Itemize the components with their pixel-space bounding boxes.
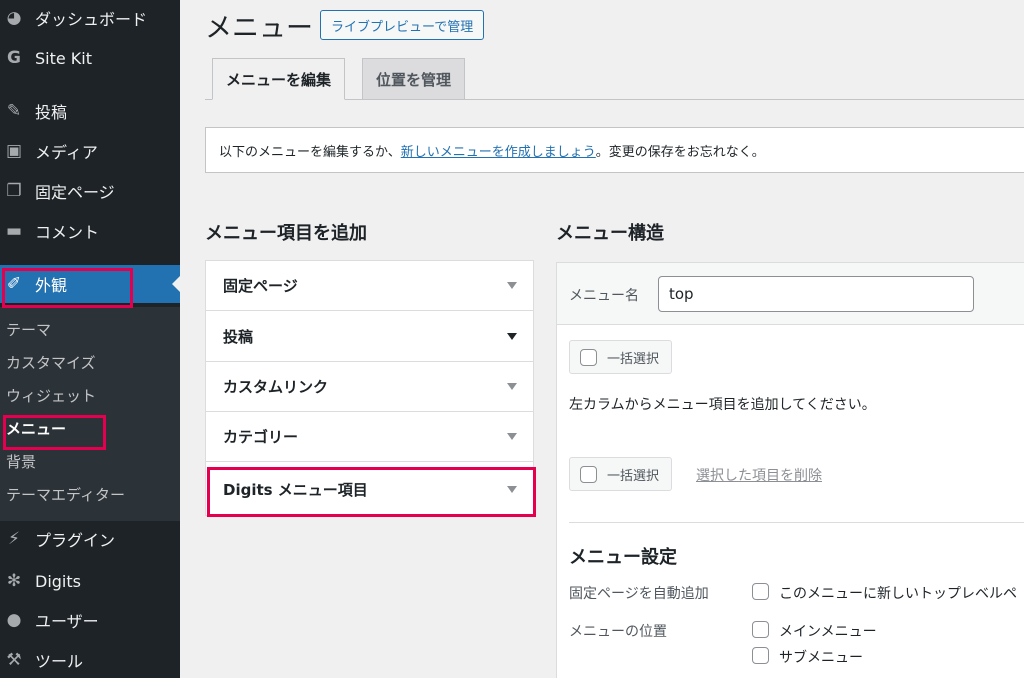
highlight-box-menus bbox=[3, 415, 106, 450]
sidebar-item-plugins[interactable]: ⚡ プラグイン bbox=[0, 521, 180, 557]
sidebar-item-pages[interactable]: ❐ 固定ページ bbox=[0, 173, 180, 209]
bulk-select-checkbox[interactable] bbox=[580, 465, 597, 483]
location-sub-menu-label: サブメニュー bbox=[779, 650, 863, 666]
dashboard-icon: ◕ bbox=[6, 8, 22, 28]
bulk-select-top[interactable]: 一括選択 bbox=[569, 340, 673, 374]
sidebar-item-comments[interactable]: ▬ コメント bbox=[0, 213, 180, 249]
submenu-item-themes[interactable]: テーマ bbox=[6, 319, 51, 340]
auto-add-pages-option: このメニューに新しいトップレベルペ bbox=[779, 586, 1017, 602]
chevron-down-icon bbox=[507, 333, 517, 340]
panel-divider bbox=[569, 522, 1024, 523]
wrench-icon: ⚒ bbox=[6, 650, 22, 670]
bulk-select-label: 一括選択 bbox=[607, 351, 660, 367]
delete-selected-items-link[interactable]: 選択した項目を削除 bbox=[696, 465, 822, 485]
sidebar-item-digits[interactable]: ✻ Digits bbox=[0, 563, 180, 599]
highlight-box-appearance bbox=[2, 268, 133, 308]
menu-structure-heading: メニュー構造 bbox=[556, 223, 664, 244]
google-g-icon: G bbox=[7, 48, 21, 68]
menu-name-label: メニュー名 bbox=[569, 288, 639, 304]
menu-name-header: メニュー名 bbox=[557, 263, 1024, 325]
manage-menus-notice: 以下のメニューを編集するか、 新しいメニューを作成しましょう 。変更の保存をお忘… bbox=[205, 127, 1024, 173]
menu-name-input[interactable] bbox=[658, 276, 974, 312]
empty-menu-hint: 左カラムからメニュー項目を追加してください。 bbox=[569, 397, 876, 413]
plugin-icon: ⚡ bbox=[8, 529, 20, 549]
sidebar-item-users[interactable]: ● ユーザー bbox=[0, 602, 180, 638]
media-icon: ▣ bbox=[5, 141, 23, 161]
menu-location-label: メニューの位置 bbox=[569, 624, 667, 640]
auto-add-pages-label: 固定ページを自動追加 bbox=[569, 586, 709, 602]
location-main-menu-checkbox[interactable] bbox=[752, 621, 769, 638]
sidebar-item-label: 投稿 bbox=[35, 103, 68, 122]
sidebar-item-tools[interactable]: ⚒ ツール bbox=[0, 642, 180, 678]
sidebar-item-site-kit[interactable]: G Site Kit bbox=[0, 40, 180, 76]
live-preview-button[interactable]: ライブプレビューで管理 bbox=[320, 10, 485, 40]
chevron-down-icon bbox=[507, 433, 517, 440]
submenu-item-background[interactable]: 背景 bbox=[6, 451, 36, 472]
sidebar-item-label: ユーザー bbox=[35, 612, 99, 631]
accordion-section-label: カスタムリンク bbox=[223, 378, 329, 396]
location-sub-menu-checkbox[interactable] bbox=[752, 647, 769, 664]
sidebar-item-posts[interactable]: ✎ 投稿 bbox=[0, 93, 180, 129]
bulk-select-checkbox[interactable] bbox=[580, 348, 597, 366]
bulk-select-label: 一括選択 bbox=[607, 468, 660, 484]
tab-edit-menus[interactable]: メニューを編集 bbox=[212, 58, 346, 100]
pages-icon: ❐ bbox=[6, 181, 22, 201]
sidebar-item-dashboard[interactable]: ◕ ダッシュボード bbox=[0, 0, 180, 36]
appearance-submenu: テーマ カスタマイズ ウィジェット メニュー 背景 テーマエディター bbox=[0, 307, 180, 521]
auto-add-pages-checkbox[interactable] bbox=[752, 583, 769, 600]
sidebar-item-label: メディア bbox=[35, 143, 98, 162]
location-main-menu-label: メインメニュー bbox=[779, 624, 877, 640]
submenu-item-customize[interactable]: カスタマイズ bbox=[6, 352, 96, 373]
accordion-section-pages[interactable]: 固定ページ bbox=[206, 261, 533, 311]
sidebar-item-media[interactable]: ▣ メディア bbox=[0, 133, 180, 169]
sidebar-item-label: ダッシュボード bbox=[35, 10, 148, 29]
menu-structure-panel: メニュー名 一括選択 左カラムからメニュー項目を追加してください。 一括選択 選… bbox=[556, 262, 1024, 678]
menu-settings-heading: メニュー設定 bbox=[569, 547, 677, 568]
bulk-select-bottom[interactable]: 一括選択 bbox=[569, 457, 673, 491]
page-title: メニュー bbox=[205, 13, 313, 44]
notice-text-after: 。変更の保存をお忘れなく。 bbox=[595, 144, 765, 160]
sidebar-item-label: コメント bbox=[35, 223, 100, 242]
sidebar-item-label: ツール bbox=[35, 652, 84, 671]
accordion-section-label: 投稿 bbox=[223, 328, 254, 346]
sidebar-item-label: Site Kit bbox=[35, 48, 93, 68]
pin-icon: ✎ bbox=[6, 101, 22, 121]
sidebar-item-label: Digits bbox=[35, 571, 81, 591]
sidebar-item-label: 固定ページ bbox=[35, 183, 115, 202]
tab-manage-locations[interactable]: 位置を管理 bbox=[362, 58, 466, 100]
chevron-down-icon bbox=[507, 282, 517, 289]
chevron-down-icon bbox=[507, 383, 517, 390]
sidebar-item-label: プラグイン bbox=[35, 531, 116, 550]
comment-icon: ▬ bbox=[5, 221, 23, 241]
admin-sidebar: ◕ ダッシュボード G Site Kit ✎ 投稿 ▣ メディア ❐ 固定ページ… bbox=[0, 0, 180, 678]
submenu-item-widgets[interactable]: ウィジェット bbox=[6, 385, 96, 406]
create-new-menu-link[interactable]: 新しいメニューを作成しましょう bbox=[401, 141, 596, 160]
highlight-box-digits-section bbox=[207, 467, 536, 517]
accordion-section-label: 固定ページ bbox=[223, 277, 298, 295]
submenu-item-theme-editor[interactable]: テーマエディター bbox=[6, 484, 125, 505]
user-icon: ● bbox=[6, 610, 22, 630]
notice-text-before: 以下のメニューを編集するか、 bbox=[219, 144, 401, 160]
accordion-section-label: カテゴリー bbox=[223, 428, 299, 446]
accordion-section-posts[interactable]: 投稿 bbox=[206, 312, 533, 362]
add-menu-items-heading: メニュー項目を追加 bbox=[205, 223, 367, 244]
digits-icon: ✻ bbox=[6, 571, 22, 591]
accordion-section-categories[interactable]: カテゴリー bbox=[206, 412, 533, 462]
accordion-section-custom-links[interactable]: カスタムリンク bbox=[206, 362, 533, 412]
